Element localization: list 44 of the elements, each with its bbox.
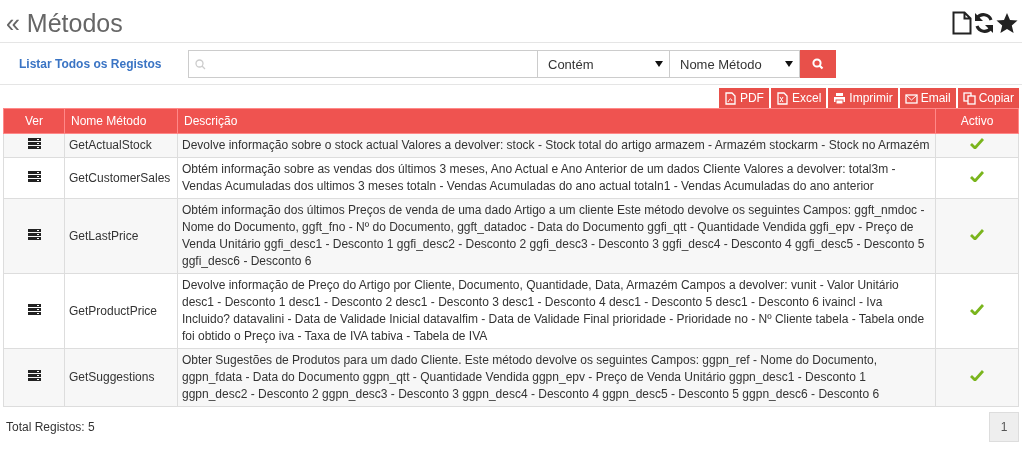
excel-button[interactable]: Excel (770, 88, 827, 108)
copy-button[interactable]: Copiar (957, 88, 1019, 108)
column-header[interactable]: Ver (3, 108, 65, 134)
list-all-link[interactable]: Listar Todos os Registos (19, 57, 188, 71)
search-icon (195, 58, 206, 70)
excel-file-icon (775, 91, 789, 105)
column-header[interactable]: Descrição (177, 108, 936, 134)
print-button[interactable]: Imprimir (828, 88, 898, 108)
total-records: Total Registos: 5 (6, 420, 95, 434)
operator-dropdown[interactable]: Contém (538, 50, 670, 78)
page-button[interactable]: 1 (989, 412, 1019, 442)
pdf-file-icon (723, 91, 737, 105)
server-icon[interactable] (27, 303, 41, 315)
field-dropdown[interactable]: Nome Método (670, 50, 800, 78)
table-cell: GetCustomerSales (64, 157, 178, 199)
server-icon[interactable] (27, 170, 41, 182)
search-icon (812, 58, 824, 70)
caret-icon (655, 61, 663, 67)
table-cell: GetSuggestions (64, 348, 178, 407)
column-header[interactable]: Activo (935, 108, 1019, 134)
table-cell: Devolve informação de Preço do Artigo por Cliente, Documento, Quantidade, Data, Armazém Campos a devolver: vunit - Valor Unitário desc1 - Desconto 1 desc1 - Desconto 2 desc1 - Desconto 3 desc1 - Desconto 4 desc1 - Desconto 5 desc1 - Desconto 6 ivaincl - Iva Incluido? datavalini - Data de Validade Inicial datavalfim - Data de Validade Final prioridade - Prioridade no - Nº Cliente tabela - Tabela onde foi obtido o Preço iva - Taxa de IVA tabiva - Tabela de IVA (177, 273, 936, 349)
search-button[interactable] (800, 50, 836, 78)
pdf-button[interactable]: PDF (718, 88, 769, 108)
table-cell: Obtém informação sobre as vendas dos últimos 3 meses, Ano Actual e Ano Anterior de um dados Cliente Valores a devolver: total3m - Vendas Acumuladas dos ultimos 3 meses totaln - Vendas Acumuladas do ano actual totaln1 - Vendas Acumuladas do ano anterior (177, 157, 936, 199)
star-icon[interactable] (996, 12, 1018, 34)
table-cell: Devolve informação sobre o stock actual Valores a devolver: stock - Stock total do artigo armazem - Armazém stockarm - Stock no Armazém (177, 133, 936, 158)
table-cell: GetActualStock (64, 133, 178, 158)
refresh-icon[interactable] (973, 12, 995, 34)
table-cell: GetLastPrice (64, 198, 178, 274)
column-header[interactable]: Nome Método (64, 108, 178, 134)
table-cell: Obter Sugestões de Produtos para um dado Cliente. Este método devolve os seguintes Campos: ggpn_ref - Nome do Documento, ggpn_fdata - Data do Documento ggpn_qtt - Quantidade Vendida ggpn_epv - Preço de Venda Unitário ggpn_desc1 - Desconto 1 ggpn_desc2 - Desconto 2 ggpn_desc3 - Desconto 3 ggpn_desc4 - Desconto 4 ggpn_desc5 - Desconto 5 ggpn_desc6 - Desconto 6 (177, 348, 936, 407)
search-field[interactable] (188, 50, 538, 78)
copy-icon (962, 91, 976, 105)
page-title: « Métodos (6, 8, 123, 38)
table-cell: Obtém informação dos últimos Preços de venda de uma dado Artigo a um cliente Este método devolve os seguintes Campos: ggft_nmdoc - Nome do Documento, ggft_fno - Nº do Documento, ggft_datadoc - Data do Documento ggfi_qtt - Quantidade Vendida ggfi_epv - Preço de Venda Unitário ggfi_desc1 - Desconto 1 ggfi_desc2 - Desconto 2 ggfi_desc3 - Desconto 3 ggfi_desc4 - Desconto 4 ggfi_desc5 - Desconto 5 ggfi_desc6 - Desconto 6 (177, 198, 936, 274)
server-icon[interactable] (27, 370, 41, 381)
table-cell: GetProductPrice (64, 273, 178, 349)
caret-icon (785, 61, 793, 67)
printer-icon (833, 91, 847, 105)
envelope-icon (904, 91, 918, 105)
server-icon[interactable] (27, 228, 41, 240)
new-document-icon[interactable] (952, 11, 972, 35)
server-icon[interactable] (27, 138, 41, 149)
email-button[interactable]: Email (899, 88, 956, 108)
